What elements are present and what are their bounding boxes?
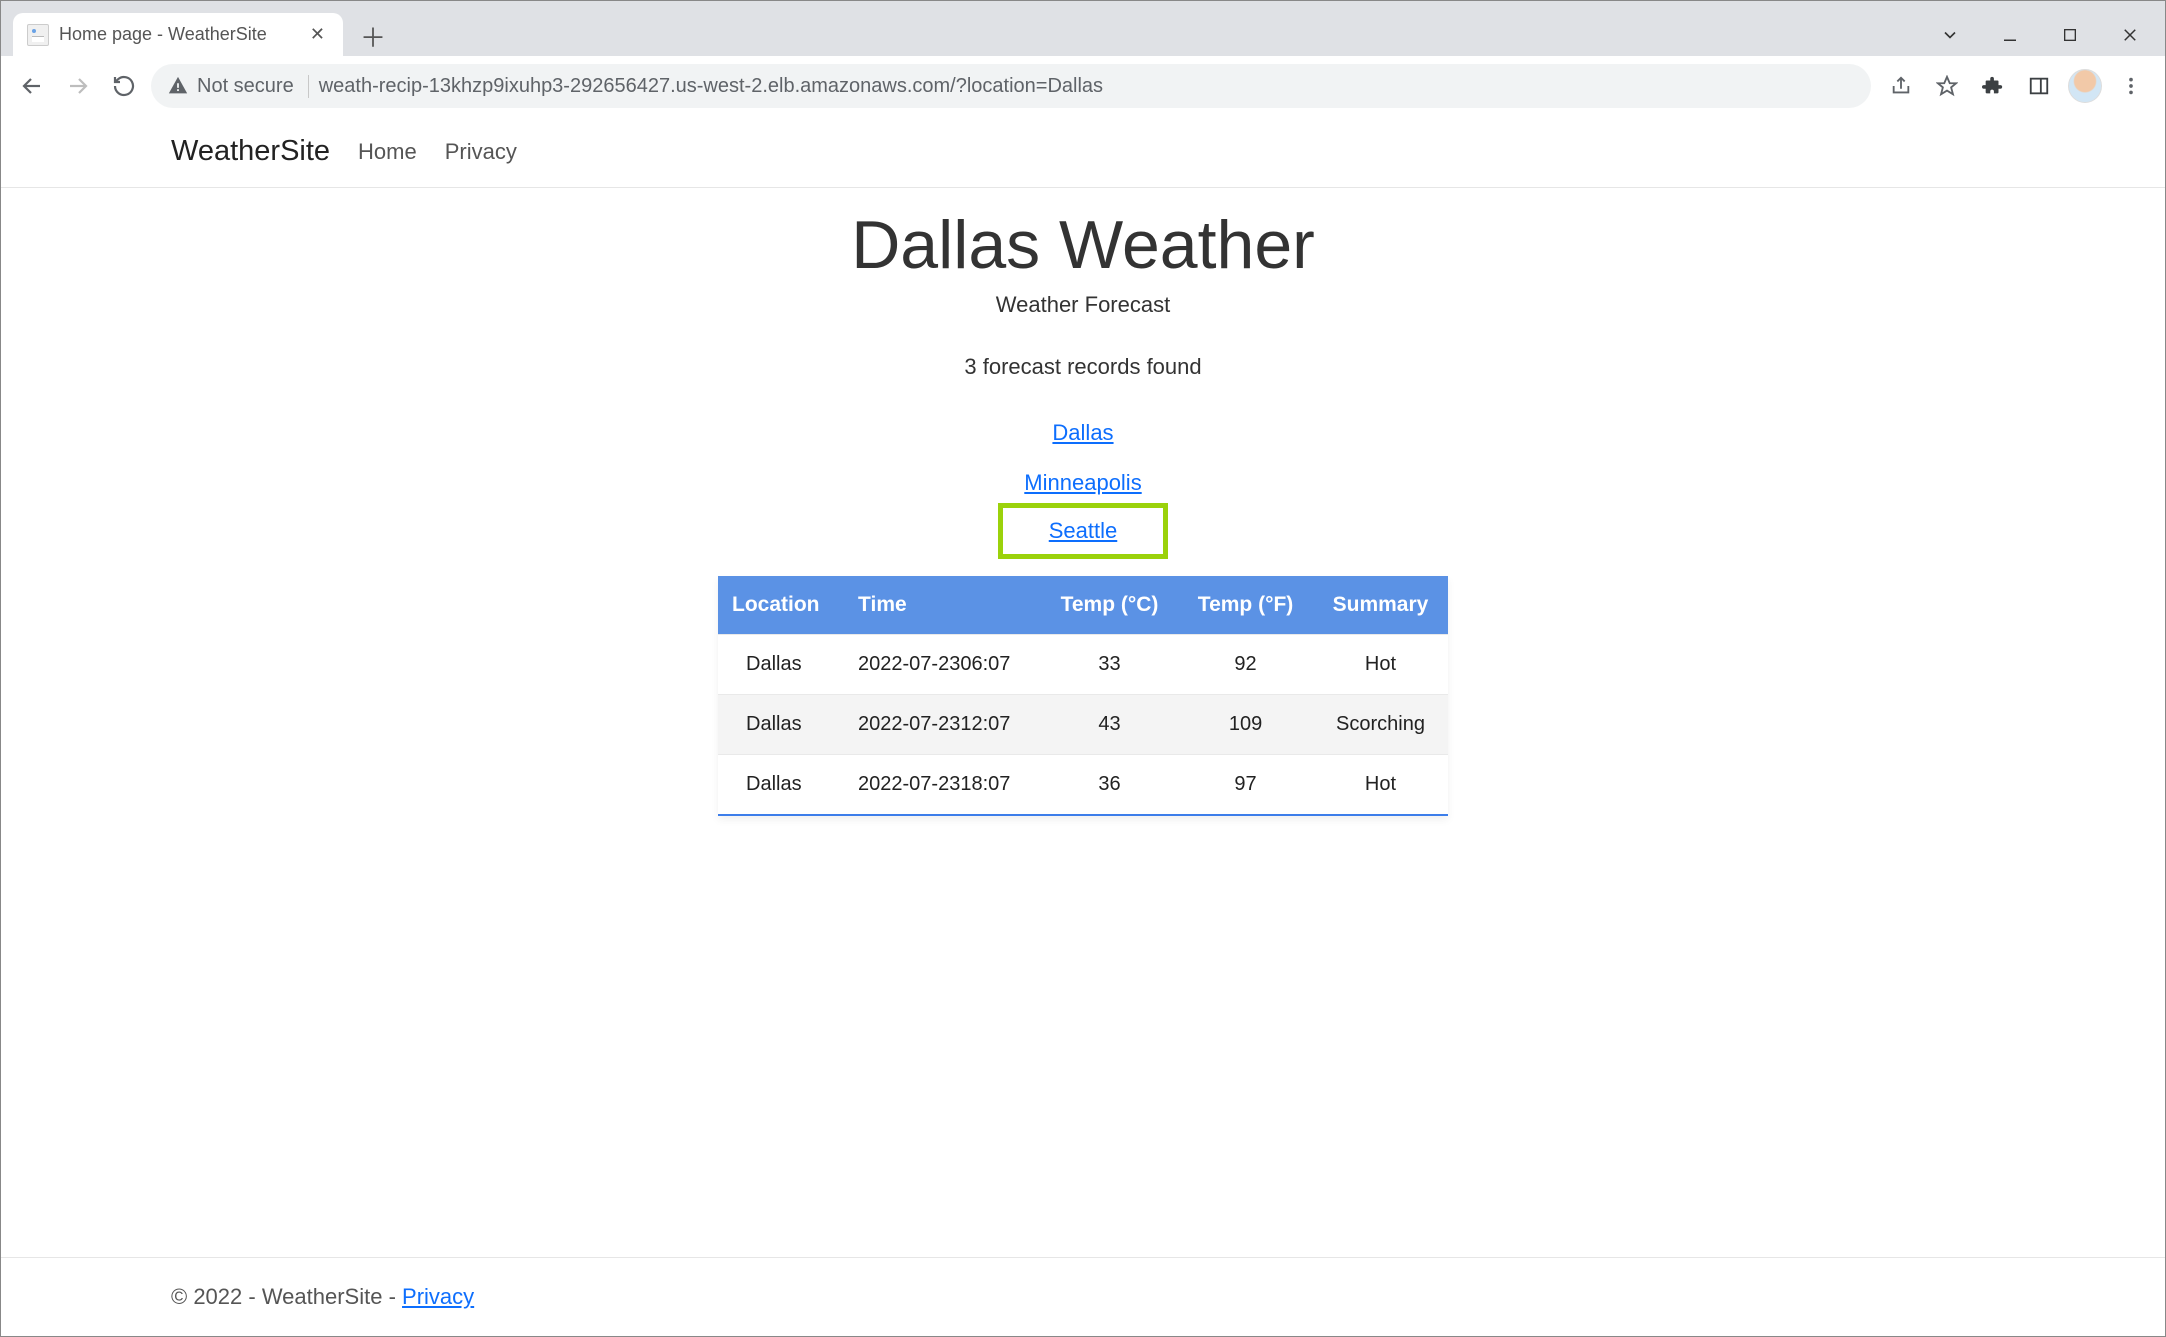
table-header: Temp (°C) — [1041, 576, 1178, 635]
table-cell: 33 — [1041, 635, 1178, 695]
window-minimize-icon[interactable] — [1980, 15, 2040, 55]
city-link-minneapolis[interactable]: Minneapolis — [1002, 458, 1163, 508]
address-row: Not secure weath-recip-13khzp9ixuhp3-292… — [1, 56, 2165, 116]
table-header-row: LocationTimeTemp (°C)Temp (°F)Summary — [718, 576, 1448, 635]
profile-avatar[interactable] — [2063, 64, 2107, 108]
not-secure-indicator[interactable]: Not secure — [167, 75, 309, 98]
url-text: weath-recip-13khzp9ixuhp3-292656427.us-w… — [319, 75, 1103, 98]
main-content: Dallas Weather Weather Forecast 3 foreca… — [1, 188, 2165, 1257]
records-found: 3 forecast records found — [964, 354, 1201, 380]
tab-title: Home page - WeatherSite — [59, 24, 296, 45]
favicon-icon — [27, 24, 49, 46]
table-cell: 36 — [1041, 755, 1178, 816]
table-cell: Scorching — [1313, 695, 1448, 755]
city-link-seattle[interactable]: Seattle — [1003, 508, 1164, 554]
table-cell: 109 — [1178, 695, 1313, 755]
forecast-table: LocationTimeTemp (°C)Temp (°F)Summary Da… — [718, 576, 1448, 816]
table-header: Summary — [1313, 576, 1448, 635]
table-header: Location — [718, 576, 844, 635]
table-cell: Dallas — [718, 695, 844, 755]
page-title: Dallas Weather — [851, 206, 1315, 284]
table-cell: 92 — [1178, 635, 1313, 695]
table-cell: 97 — [1178, 755, 1313, 816]
table-header: Temp (°F) — [1178, 576, 1313, 635]
site-nav: WeatherSite Home Privacy — [1, 116, 2165, 188]
table-row: Dallas2022-07-2312:0743109Scorching — [718, 695, 1448, 755]
window-maximize-icon[interactable] — [2040, 15, 2100, 55]
navlink-home[interactable]: Home — [358, 139, 417, 165]
reload-button[interactable] — [105, 67, 143, 105]
window-controls — [1920, 13, 2165, 56]
subtitle: Weather Forecast — [996, 292, 1170, 318]
tabs-chevron-icon[interactable] — [1920, 15, 1980, 55]
forward-button[interactable] — [59, 67, 97, 105]
city-link-dallas[interactable]: Dallas — [1030, 408, 1135, 458]
table-cell: Dallas — [718, 755, 844, 816]
table-cell: Hot — [1313, 755, 1448, 816]
table-cell: 2022-07-2318:07 — [844, 755, 1041, 816]
avatar-icon — [2068, 69, 2102, 103]
window-close-icon[interactable] — [2100, 15, 2160, 55]
footer-text: © 2022 - WeatherSite - — [171, 1284, 402, 1309]
table-cell: 43 — [1041, 695, 1178, 755]
footer: © 2022 - WeatherSite - Privacy — [1, 1257, 2165, 1336]
back-button[interactable] — [13, 67, 51, 105]
navlink-privacy[interactable]: Privacy — [445, 139, 517, 165]
table-cell: Dallas — [718, 635, 844, 695]
table-row: Dallas2022-07-2306:073392Hot — [718, 635, 1448, 695]
close-tab-icon[interactable]: ✕ — [306, 24, 329, 45]
page: WeatherSite Home Privacy Dallas Weather … — [1, 116, 2165, 1336]
table-cell: 2022-07-2312:07 — [844, 695, 1041, 755]
browser-tab[interactable]: Home page - WeatherSite ✕ — [13, 13, 343, 56]
table-cell: 2022-07-2306:07 — [844, 635, 1041, 695]
warning-icon — [167, 75, 189, 97]
share-icon[interactable] — [1879, 64, 1923, 108]
table-body: Dallas2022-07-2306:073392HotDallas2022-0… — [718, 635, 1448, 816]
city-links: DallasMinneapolisSeattle — [1002, 408, 1163, 554]
bookmark-star-icon[interactable] — [1925, 64, 1969, 108]
table-row: Dallas2022-07-2318:073697Hot — [718, 755, 1448, 816]
browser-chrome: Home page - WeatherSite ✕ ＋ — [1, 1, 2165, 116]
address-bar[interactable]: Not secure weath-recip-13khzp9ixuhp3-292… — [151, 64, 1871, 108]
kebab-menu-icon[interactable] — [2109, 64, 2153, 108]
extensions-icon[interactable] — [1971, 64, 2015, 108]
footer-privacy-link[interactable]: Privacy — [402, 1284, 474, 1309]
tab-bar: Home page - WeatherSite ✕ ＋ — [1, 1, 2165, 56]
table-header: Time — [844, 576, 1041, 635]
not-secure-label: Not secure — [197, 75, 294, 98]
brand[interactable]: WeatherSite — [171, 135, 330, 168]
side-panel-icon[interactable] — [2017, 64, 2061, 108]
table-cell: Hot — [1313, 635, 1448, 695]
new-tab-button[interactable]: ＋ — [353, 16, 393, 56]
